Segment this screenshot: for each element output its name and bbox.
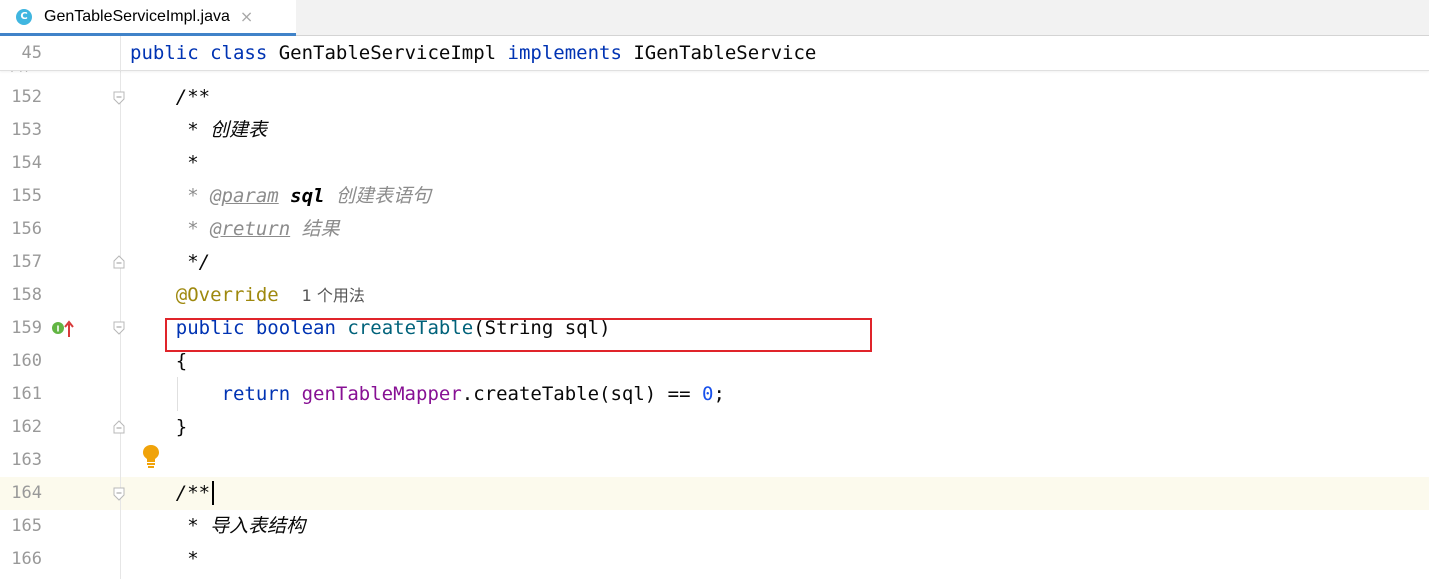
indent-guide (177, 377, 178, 411)
code-line-155[interactable]: 155 * @param sql 创建表语句 (0, 180, 1429, 213)
line-number: 166 (11, 549, 42, 569)
code-text: * (130, 548, 199, 570)
line-number: 152 (11, 87, 42, 107)
java-class-icon: C (16, 8, 32, 25)
code-text: * @return 结果 (130, 218, 340, 240)
line-number: 154 (11, 153, 42, 173)
code-line-161[interactable]: 161 return genTableMapper.createTable(sq… (0, 378, 1429, 411)
code-line-154[interactable]: 154 * (0, 147, 1429, 180)
line-number: 153 (11, 120, 42, 140)
highlight-box (165, 318, 872, 352)
line-number: 161 (11, 384, 42, 404)
fold-marker-icon[interactable] (113, 91, 125, 105)
tab-gentableserviceimpl[interactable]: C GenTableServiceImpl.java × (0, 0, 296, 36)
code-text: * @param sql 创建表语句 (130, 185, 431, 207)
code-text: /** (130, 86, 211, 108)
editor-tab-bar: C GenTableServiceImpl.java × (0, 0, 1429, 36)
implements-method-icon[interactable]: I (50, 320, 76, 342)
fold-marker-icon[interactable] (113, 255, 125, 269)
line-number: 158 (11, 285, 42, 305)
code-text: * (130, 152, 199, 174)
code-text: } (130, 416, 188, 438)
usages-inlay-hint[interactable]: 1 个用法 (302, 286, 365, 305)
text-caret (212, 481, 214, 505)
code-line-153[interactable]: 153 * 创建表 (0, 114, 1429, 147)
code-text: * 导入表结构 (130, 515, 306, 537)
fold-marker-icon[interactable] (113, 321, 125, 335)
gutter-divider (120, 36, 121, 70)
fold-marker-icon[interactable] (113, 487, 125, 501)
code-line-152[interactable]: 152 /** (0, 81, 1429, 114)
lightbulb-icon[interactable] (142, 444, 160, 472)
sticky-scope-header[interactable]: 45 public class GenTableServiceImpl impl… (0, 36, 1429, 71)
line-number: 156 (11, 219, 42, 239)
line-number: 155 (11, 186, 42, 206)
line-number: 159 (11, 318, 42, 338)
line-number: 164 (11, 483, 42, 503)
code-line-158[interactable]: 158 @Override 1 个用法 (0, 279, 1429, 312)
svg-text:I: I (57, 325, 60, 334)
code-text: * 创建表 (130, 119, 268, 141)
line-number: 160 (11, 351, 42, 371)
tab-label: GenTableServiceImpl.java (44, 7, 230, 25)
line-number: 163 (11, 450, 42, 470)
code-text: /** (130, 482, 211, 504)
code-line-166[interactable]: 166 * (0, 543, 1429, 576)
fold-marker-icon[interactable] (113, 420, 125, 434)
line-number: 157 (11, 252, 42, 272)
line-number: 165 (11, 516, 42, 536)
code-text: @Override 1 个用法 (175, 284, 365, 306)
code-line-156[interactable]: 156 * @return 结果 (0, 213, 1429, 246)
code-line-165[interactable]: 165 * 导入表结构 (0, 510, 1429, 543)
sticky-code: public class GenTableServiceImpl impleme… (130, 42, 817, 64)
code-text: return genTableMapper.createTable(sql) =… (221, 383, 725, 405)
line-number: 162 (11, 417, 42, 437)
code-text: */ (130, 251, 211, 273)
code-line-162[interactable]: 162 } (0, 411, 1429, 444)
code-line-157[interactable]: 157 */ (0, 246, 1429, 279)
close-icon[interactable]: × (240, 7, 253, 26)
line-number: 45 (21, 43, 42, 63)
code-line-164[interactable]: 164 /** (0, 477, 1429, 510)
code-line-163[interactable]: 163 (0, 444, 1429, 477)
